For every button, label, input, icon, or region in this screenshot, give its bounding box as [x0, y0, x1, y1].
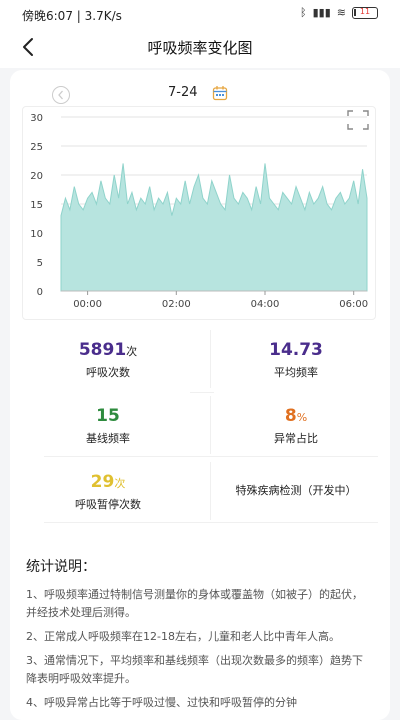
divider — [210, 396, 211, 454]
x-tick-label: 06:00 — [339, 299, 368, 310]
calendar-button[interactable] — [212, 85, 228, 101]
date-navigator: 7-24 — [10, 84, 390, 106]
wifi-icon: ≋ — [336, 6, 346, 19]
y-tick-label: 20 — [30, 171, 43, 182]
status-time: 傍晚6:07 | 3.7K/s — [22, 9, 122, 23]
y-tick-label: 25 — [30, 142, 43, 153]
stat-apnea-count: 29次 呼吸暂停次数 — [26, 458, 190, 522]
calendar-icon — [212, 86, 228, 101]
divider — [44, 456, 378, 457]
x-tick-label: 04:00 — [251, 299, 280, 310]
note-item: 2、正常成人呼吸频率在12-18左右，儿童和老人比中青年人高。 — [26, 630, 340, 643]
note-item: 3、通常情况下，平均频率和基线频率（出现次数最多的频率）趋势下降表明呼吸效率提升… — [26, 654, 363, 685]
chart-svg: 30 25 20 15 10 5 0 00:00 02:00 04:00 06:00 — [30, 113, 368, 310]
note-item: 4、呼吸异常占比等于呼吸过慢、过快和呼吸暂停的分钟 — [26, 696, 297, 709]
special-disease-detection-button[interactable]: 特殊疾病检测（开发中） — [214, 458, 378, 522]
stat-label: 异常占比 — [274, 432, 318, 445]
previous-day-button[interactable] — [52, 86, 70, 104]
stat-breath-count: 5891次 呼吸次数 — [26, 326, 190, 390]
chevron-left-circle-icon — [58, 90, 63, 100]
page-title: 呼吸频率变化图 — [147, 39, 253, 57]
status-bar: 傍晚6:07 | 3.7K/s ᛒ ▮▮▮ ≋ 11 — [0, 0, 400, 28]
notes-title: 统计说明： — [26, 559, 96, 575]
main-card: 7-24 30 25 20 15 10 5 0 00:00 02:00 04:00 06:00 — [10, 70, 390, 720]
stat-average-rate: 14.73 平均频率 — [214, 326, 378, 390]
y-tick-label: 10 — [30, 229, 43, 240]
stat-label: 特殊疾病检测（开发中） — [235, 484, 357, 497]
bluetooth-icon: ᛒ — [300, 6, 307, 19]
stat-label: 基线频率 — [86, 432, 130, 445]
y-tick-label: 5 — [37, 258, 43, 269]
stat-value: 14.73 — [269, 340, 323, 360]
date-label: 7-24 — [168, 85, 198, 100]
fullscreen-icon — [347, 110, 369, 130]
divider — [210, 330, 211, 388]
series-area — [60, 163, 368, 292]
status-icons: ᛒ ▮▮▮ ≋ 11 — [300, 6, 378, 19]
y-tick-label: 0 — [37, 287, 43, 298]
fullscreen-button[interactable] — [347, 110, 369, 130]
app-header: 呼吸频率变化图 — [0, 28, 400, 68]
respiration-chart: 30 25 20 15 10 5 0 00:00 02:00 04:00 06:00 — [22, 106, 376, 320]
y-tick-label: 15 — [30, 200, 43, 211]
stat-baseline-rate: 15 基线频率 — [26, 392, 190, 456]
stat-label: 呼吸暂停次数 — [75, 498, 141, 511]
stat-label: 平均频率 — [274, 366, 318, 379]
note-item: 1、呼吸频率通过特制信号测量你的身体或覆盖物（如被子）的起伏，并经技术处理后测得… — [26, 588, 363, 619]
statistics-notes: 统计说明： 1、呼吸频率通过特制信号测量你的身体或覆盖物（如被子）的起伏，并经技… — [26, 556, 366, 718]
y-tick-label: 30 — [30, 113, 43, 124]
stat-value: 5891次 — [78, 340, 138, 360]
x-tick-label: 02:00 — [162, 299, 191, 310]
battery-label: 11 — [359, 6, 371, 16]
stat-label: 呼吸次数 — [86, 366, 130, 379]
stat-value: 15 — [96, 406, 120, 426]
stat-abnormal-ratio: 8% 异常占比 — [214, 392, 378, 456]
signal-icon: ▮▮▮ — [312, 6, 331, 19]
divider — [44, 522, 378, 523]
stat-value: 29次 — [90, 472, 126, 492]
divider — [210, 462, 211, 520]
stat-value: 8% — [284, 406, 308, 426]
x-tick-label: 00:00 — [73, 299, 102, 310]
battery-icon: 11 — [352, 6, 378, 19]
